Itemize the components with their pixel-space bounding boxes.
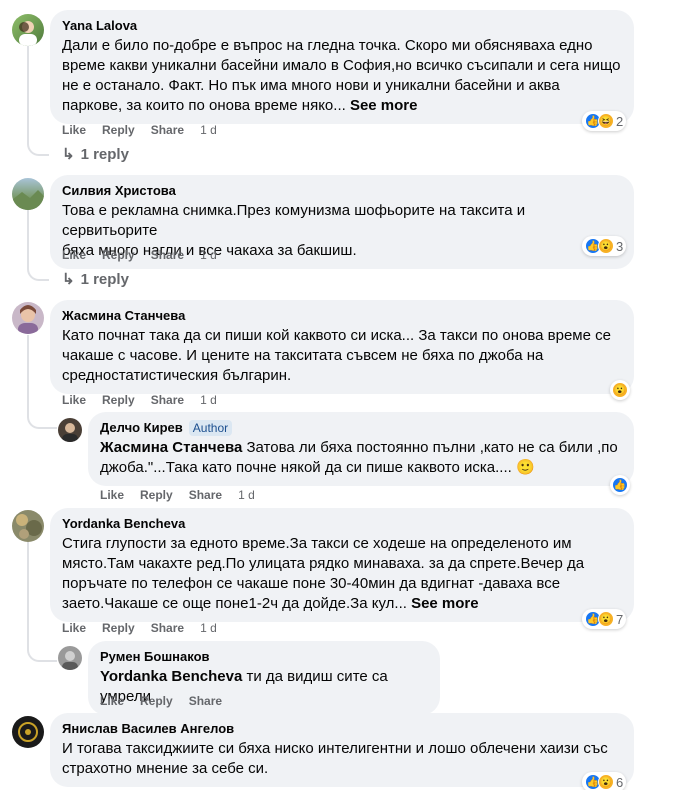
comment-text: Стига глупости за едното време.За такси …: [62, 535, 585, 612]
reply-button[interactable]: Reply: [140, 488, 173, 502]
comment-actions: Like Reply Share 1 d: [62, 123, 217, 137]
reply-bubble: Делчо Кирев Author Жасмина Станчева Зато…: [88, 412, 634, 486]
comment-author[interactable]: Жасмина Станчева: [62, 308, 622, 324]
smile-emoji: 🙂: [515, 459, 535, 476]
share-button[interactable]: Share: [189, 694, 222, 708]
reply-button[interactable]: Reply: [102, 393, 135, 407]
view-replies-link[interactable]: ↳ 1 reply: [62, 270, 129, 289]
comment-author[interactable]: Румен Бошнаков: [100, 649, 428, 665]
share-button[interactable]: Share: [151, 393, 184, 407]
reactions-summary[interactable]: 👍 😮 6: [582, 772, 627, 790]
comment-actions: Like Reply Share: [100, 694, 222, 708]
reactions-summary[interactable]: 👍 😮 3: [582, 236, 627, 256]
avatar[interactable]: [12, 14, 44, 46]
haha-reaction-icon: 😆: [598, 113, 614, 129]
comment-author[interactable]: Силвия Христова: [62, 183, 622, 199]
like-button[interactable]: Like: [62, 248, 86, 262]
reply-button[interactable]: Reply: [140, 694, 173, 708]
reply-button[interactable]: Reply: [102, 248, 135, 262]
thread-line: [27, 210, 29, 267]
reply-button[interactable]: Reply: [102, 621, 135, 635]
wow-reaction-icon: 😮: [612, 382, 628, 398]
see-more-link[interactable]: See more: [411, 595, 479, 612]
like-button[interactable]: Like: [62, 621, 86, 635]
avatar[interactable]: [12, 178, 44, 210]
wow-reaction-icon: 😮: [598, 774, 614, 790]
reply-arrow-icon: ↳: [62, 271, 75, 288]
avatar[interactable]: [12, 510, 44, 542]
comment-timestamp[interactable]: 1 d: [200, 248, 217, 262]
thread-line: [27, 335, 29, 415]
comment-author[interactable]: Yordanka Bencheva: [62, 516, 622, 532]
avatar[interactable]: [58, 418, 82, 442]
comment-bubble: Yordanka Bencheva Стига глупости за едно…: [50, 508, 634, 622]
comment-text: И тогава таксиджиите си бяха ниско интел…: [62, 740, 608, 777]
reply-arrow-icon: ↳: [62, 146, 75, 163]
comment-timestamp[interactable]: 1 d: [200, 621, 217, 635]
share-button[interactable]: Share: [151, 621, 184, 635]
comment-timestamp[interactable]: 1 d: [200, 393, 217, 407]
avatar[interactable]: [12, 716, 44, 748]
reactions-summary[interactable]: 👍 😆 2: [582, 111, 627, 131]
comment-text: Жасмина Станчева Затова ли бяха постоянн…: [100, 439, 618, 476]
view-replies-link[interactable]: ↳ 1 reply: [62, 145, 129, 164]
like-button[interactable]: Like: [100, 694, 124, 708]
share-button[interactable]: Share: [189, 488, 222, 502]
wow-reaction-icon: 😮: [598, 238, 614, 254]
comment-actions: Like Reply Share 1 d: [62, 248, 217, 262]
comment-actions: Like Reply Share 1 d: [62, 621, 217, 635]
author-badge: Author: [188, 420, 233, 436]
share-button[interactable]: Share: [151, 248, 184, 262]
reactions-summary[interactable]: 👍: [610, 475, 630, 495]
thread-line: [27, 46, 29, 142]
comment-text: Дали е било по-добре е въпрос на гледна …: [62, 37, 621, 114]
like-button[interactable]: Like: [62, 393, 86, 407]
thread-connector: [27, 140, 49, 156]
comment-timestamp[interactable]: 1 d: [200, 123, 217, 137]
like-button[interactable]: Like: [62, 123, 86, 137]
reactions-summary[interactable]: 👍 😮 7: [582, 609, 627, 629]
comment-author[interactable]: Янислав Василев Ангелов: [62, 721, 622, 737]
share-button[interactable]: Share: [151, 123, 184, 137]
comment-bubble: Янислав Василев Ангелов И тогава таксидж…: [50, 713, 634, 787]
reply-button[interactable]: Reply: [102, 123, 135, 137]
avatar[interactable]: [12, 302, 44, 334]
wow-reaction-icon: 😮: [598, 611, 614, 627]
comment-text: Като почнат така да си пиши кой каквото …: [62, 327, 611, 384]
comment-bubble: Yana Lalova Дали е било по-добре е въпро…: [50, 10, 634, 124]
thread-line: [27, 542, 29, 648]
comment-author[interactable]: Делчо Кирев Author: [100, 420, 622, 436]
comment-actions: Like Reply Share 1 d: [100, 488, 255, 502]
reactions-summary[interactable]: 😮: [610, 380, 630, 400]
thread-connector: [27, 413, 57, 429]
comment-actions: Like Reply Share 1 d: [62, 393, 217, 407]
mention-link[interactable]: Жасмина Станчева: [100, 439, 242, 456]
avatar[interactable]: [58, 646, 82, 670]
comment-bubble: Жасмина Станчева Като почнат така да си …: [50, 300, 634, 394]
thread-connector: [27, 265, 49, 281]
comment-timestamp[interactable]: 1 d: [238, 488, 255, 502]
thread-connector: [27, 646, 57, 662]
like-reaction-icon: 👍: [612, 477, 628, 493]
comment-author[interactable]: Yana Lalova: [62, 18, 622, 34]
like-button[interactable]: Like: [100, 488, 124, 502]
see-more-link[interactable]: See more: [350, 97, 418, 114]
mention-link[interactable]: Yordanka Bencheva: [100, 668, 242, 685]
